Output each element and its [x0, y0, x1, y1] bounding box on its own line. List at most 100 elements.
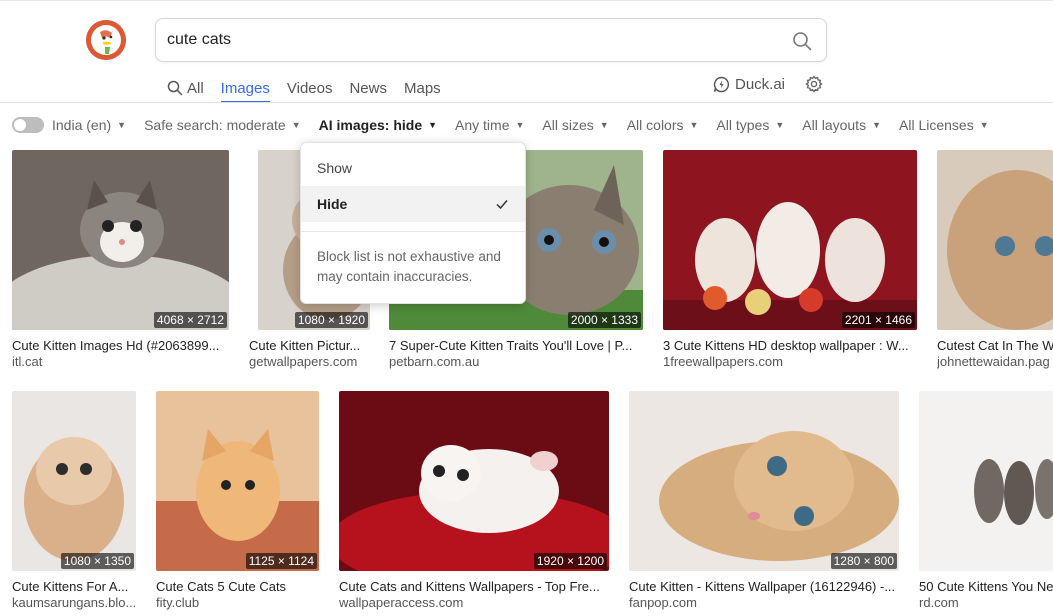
caret-down-icon: ▼ — [428, 120, 438, 130]
tab-videos[interactable]: Videos — [287, 74, 333, 102]
image-dimensions: 1280 × 800 — [830, 553, 897, 569]
region-filter-label: India (en) — [52, 117, 112, 133]
type-filter-label: All types — [716, 117, 770, 133]
gear-icon[interactable] — [805, 75, 823, 93]
caret-down-icon: ▼ — [872, 120, 881, 130]
duckai-label: Duck.ai — [735, 75, 786, 93]
image-result[interactable] — [937, 150, 1053, 330]
tab-all-label: All — [187, 79, 204, 97]
kitten-image — [937, 150, 1053, 330]
tab-news[interactable]: News — [349, 74, 387, 102]
result-caption[interactable]: 50 Cute Kittens You Ne — [919, 579, 1053, 594]
image-result[interactable]: 1280 × 800 — [629, 391, 899, 571]
duckai-link[interactable]: Duck.ai — [713, 74, 785, 94]
image-result[interactable] — [919, 391, 1053, 571]
tab-images[interactable]: Images — [220, 74, 271, 103]
filter-bar: India (en) ▼ Safe search: moderate ▼ AI im… — [12, 115, 989, 135]
ai-images-dropdown: Show Hide Block list is not exhaustive a… — [300, 142, 526, 304]
result-source[interactable]: fanpop.com — [629, 595, 899, 610]
layout-filter-label: All layouts — [802, 117, 867, 133]
image-dimensions: 1080 × 1350 — [60, 553, 134, 569]
result-caption[interactable]: Cute Kittens For A... — [12, 579, 136, 594]
caret-down-icon: ▼ — [515, 120, 525, 130]
image-dimensions: 1125 × 1124 — [245, 553, 317, 569]
result-caption[interactable]: 3 Cute Kittens HD desktop wallpaper : W.… — [663, 338, 917, 353]
result-caption[interactable]: Cute Kitten Images Hd (#2063899... — [12, 338, 229, 353]
kitten-image — [12, 391, 136, 571]
caret-down-icon: ▼ — [117, 120, 127, 130]
caret-down-icon: ▼ — [599, 120, 609, 130]
ai-option-hide-label: Hide — [317, 196, 348, 212]
search-icon[interactable] — [792, 31, 812, 51]
color-filter-label: All colors — [626, 117, 684, 133]
tab-maps[interactable]: Maps — [404, 74, 441, 102]
image-dimensions: 1080 × 1920 — [294, 312, 368, 328]
image-dimensions: 1920 × 1200 — [533, 553, 607, 569]
result-source[interactable]: getwallpapers.com — [249, 354, 371, 369]
tab-images-label: Images — [220, 79, 270, 97]
search-input[interactable] — [167, 19, 767, 61]
result-source[interactable]: rd.com — [919, 595, 1053, 610]
dropdown-divider — [301, 231, 525, 232]
result-source[interactable]: fity.club — [156, 595, 319, 610]
color-filter[interactable]: All colors ▼ — [627, 117, 699, 133]
type-filter[interactable]: All types ▼ — [716, 117, 784, 133]
tab-news-label: News — [349, 79, 387, 97]
result-source[interactable]: itl.cat — [12, 354, 229, 369]
duckduckgo-logo[interactable] — [86, 20, 126, 60]
kitten-image — [629, 391, 899, 571]
result-source[interactable]: johnettewaidan.pag — [937, 354, 1053, 369]
search-icon — [167, 80, 183, 96]
safe-search-filter[interactable]: Safe search: moderate ▼ — [144, 117, 301, 133]
search-type-tabs: All Images Videos News Maps — [167, 74, 458, 103]
header-divider — [0, 102, 1053, 103]
license-filter-label: All Licenses — [899, 117, 974, 133]
search-box[interactable] — [155, 18, 827, 62]
region-filter[interactable]: India (en) ▼ — [52, 117, 126, 133]
checkmark-icon — [496, 200, 508, 210]
safe-search-label: Safe search: moderate — [144, 117, 286, 133]
time-filter[interactable]: Any time ▼ — [455, 117, 524, 133]
chat-bubble-icon — [713, 76, 730, 92]
kitten-image — [663, 150, 917, 330]
result-source[interactable]: 1freewallpapers.com — [663, 354, 917, 369]
kitten-image — [156, 391, 319, 571]
result-source[interactable]: petbarn.com.au — [389, 354, 643, 369]
caret-down-icon: ▼ — [979, 120, 989, 130]
image-result[interactable]: 1080 × 1350 — [12, 391, 136, 571]
result-caption[interactable]: Cute Kitten Pictur... — [249, 338, 371, 353]
size-filter[interactable]: All sizes ▼ — [542, 117, 608, 133]
license-filter[interactable]: All Licenses ▼ — [899, 117, 989, 133]
caret-down-icon: ▼ — [689, 120, 699, 130]
caret-down-icon: ▼ — [775, 120, 785, 130]
ai-option-show-label: Show — [317, 160, 353, 176]
image-dimensions: 2201 × 1466 — [841, 312, 915, 328]
result-caption[interactable]: Cutest Cat In The W — [937, 338, 1053, 353]
image-result[interactable]: 2201 × 1466 — [663, 150, 917, 330]
image-result[interactable]: 1125 × 1124 — [156, 391, 319, 571]
ai-block-note: Block list is not exhaustive and may con… — [317, 249, 501, 284]
image-result[interactable]: 1920 × 1200 — [339, 391, 609, 571]
tab-all[interactable]: All — [167, 74, 204, 102]
kitten-image — [339, 391, 609, 571]
layout-filter[interactable]: All layouts ▼ — [802, 117, 881, 133]
result-caption[interactable]: Cute Cats and Kittens Wallpapers - Top F… — [339, 579, 609, 594]
size-filter-label: All sizes — [542, 117, 594, 133]
region-toggle[interactable] — [12, 117, 44, 133]
image-dimensions: 4068 × 2712 — [153, 312, 227, 328]
top-border — [0, 0, 1053, 1]
image-result[interactable]: 4068 × 2712 — [12, 150, 229, 330]
result-caption[interactable]: Cute Kitten - Kittens Wallpaper (1612294… — [629, 579, 899, 594]
result-caption[interactable]: 7 Super-Cute Kitten Traits You'll Love |… — [389, 338, 643, 353]
ai-images-label: AI images: hide — [318, 117, 423, 133]
result-source[interactable]: kaumsarungans.blo... — [12, 595, 136, 610]
caret-down-icon: ▼ — [291, 120, 301, 130]
result-source[interactable]: wallpaperaccess.com — [339, 595, 609, 610]
time-filter-label: Any time — [455, 117, 510, 133]
ai-images-filter[interactable]: AI images: hide ▼ — [319, 117, 437, 133]
ai-option-show[interactable]: Show — [301, 150, 525, 186]
tab-maps-label: Maps — [403, 79, 441, 97]
tab-videos-label: Videos — [286, 79, 333, 97]
ai-option-hide[interactable]: Hide — [301, 186, 525, 222]
result-caption[interactable]: Cute Cats 5 Cute Cats — [156, 579, 319, 594]
